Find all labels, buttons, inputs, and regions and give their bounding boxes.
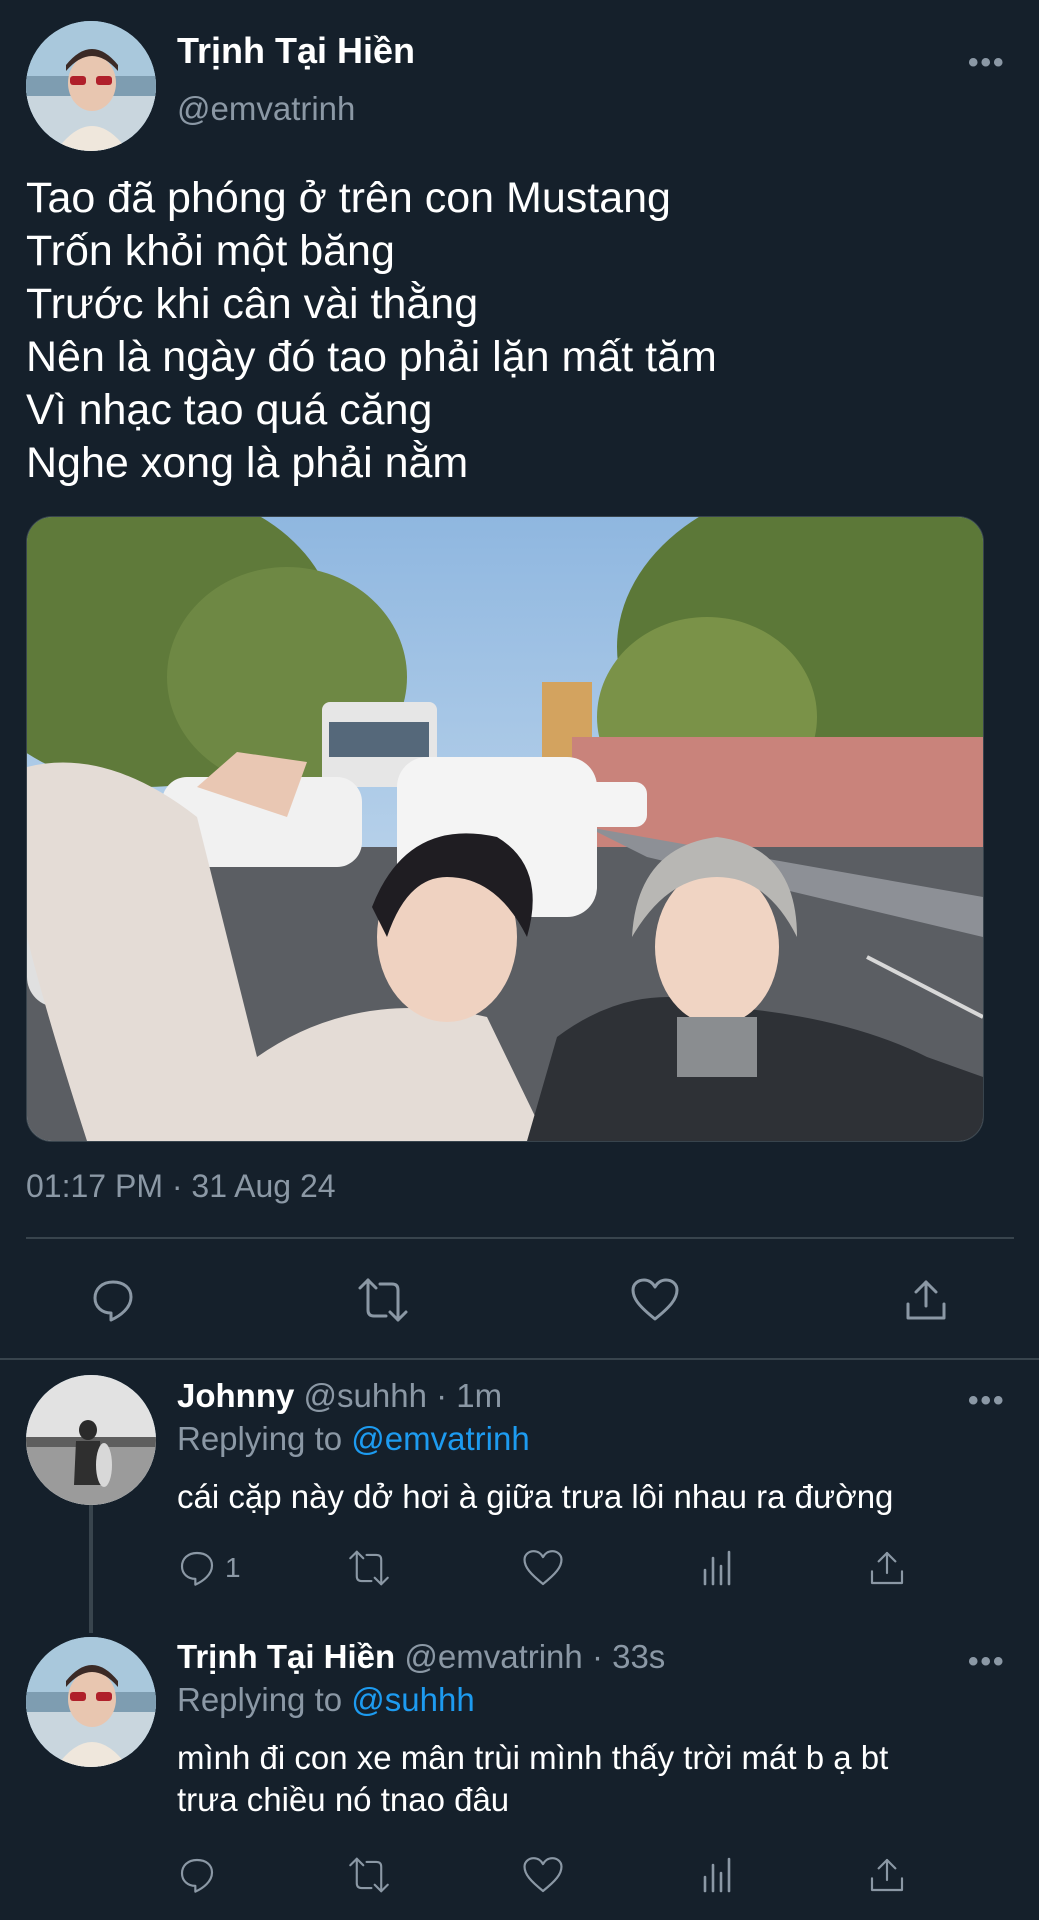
more-dots-icon[interactable]: ••• [968,1384,1006,1418]
replying-to: Replying to @emvatrinh [177,1420,530,1458]
photo-two-people-in-car [27,517,983,1141]
reply-header: Johnny @suhhh · 1m [177,1377,502,1415]
reply-avatar[interactable] [26,1637,156,1767]
replying-to-link[interactable]: @emvatrinh [351,1420,529,1457]
more-dots-icon[interactable]: ••• [968,46,1006,80]
reply-author-handle[interactable]: @emvatrinh [404,1638,582,1675]
replying-prefix: Replying to [177,1681,343,1718]
retweet-icon[interactable] [353,1270,413,1330]
reply-icon[interactable]: 1 [177,1548,241,1588]
author-name[interactable]: Trịnh Tại Hiền [177,30,415,72]
divider [26,1237,1014,1239]
reply-time: · 1m [436,1377,503,1414]
retweet-icon[interactable] [347,1855,391,1895]
reply-text-line: mình đi con xe mân trùi mình thấy trời m… [177,1739,889,1776]
share-icon[interactable] [896,1270,956,1330]
tweet-timestamp[interactable]: 01:17 PM · 31 Aug 24 [26,1168,336,1205]
author-handle[interactable]: @emvatrinh [177,90,355,128]
tweet-line: Vì nhạc tao quá căng [26,386,433,434]
reply-header: Trịnh Tại Hiền @emvatrinh · 33s [177,1638,665,1676]
reply-icon[interactable] [83,1270,143,1330]
replying-to-link[interactable]: @suhhh [351,1681,474,1718]
reply-count: 1 [225,1552,241,1583]
reply-author-name[interactable]: Trịnh Tại Hiền [177,1638,395,1675]
like-icon[interactable] [522,1548,564,1588]
reply-text-line: trưa chiều nó tnao đâu [177,1781,510,1818]
avatar-photo [26,21,156,151]
retweet-icon[interactable] [347,1548,391,1588]
analytics-icon[interactable] [697,1548,737,1588]
tweet-line: Nghe xong là phải nằm [26,439,469,487]
tweet-line: Trước khi cân vài thằng [26,280,479,328]
reply-time: · 33s [591,1638,666,1675]
avatar-photo [26,1637,156,1767]
more-dots-icon[interactable]: ••• [968,1645,1006,1679]
reply-icon[interactable] [177,1855,217,1895]
reply-text: cái cặp này dở hơi à giữa trưa lôi nhau … [177,1478,894,1515]
analytics-icon[interactable] [697,1855,737,1895]
like-icon[interactable] [522,1855,564,1895]
tweet-text: Tao đã phóng ở trên con Mustang Trốn khỏ… [26,172,717,490]
tweet-photo[interactable] [26,516,984,1142]
share-icon[interactable] [867,1548,907,1588]
reply-author-name[interactable]: Johnny [177,1377,294,1414]
tweet-line: Tao đã phóng ở trên con Mustang [26,174,671,222]
replying-to: Replying to @suhhh [177,1681,475,1719]
reply-author-handle[interactable]: @suhhh [304,1377,427,1414]
replying-prefix: Replying to [177,1420,343,1457]
reply-avatar[interactable] [26,1375,156,1505]
tweet-line: Nên là ngày đó tao phải lặn mất tăm [26,333,717,381]
like-icon[interactable] [625,1270,685,1330]
share-icon[interactable] [867,1855,907,1895]
tweet-line: Trốn khỏi một băng [26,227,395,275]
divider [0,1358,1039,1360]
thread-line [89,1505,93,1633]
reply-text: mình đi con xe mân trùi mình thấy trời m… [177,1737,888,1821]
author-avatar[interactable] [26,21,156,151]
avatar-photo [26,1375,156,1505]
